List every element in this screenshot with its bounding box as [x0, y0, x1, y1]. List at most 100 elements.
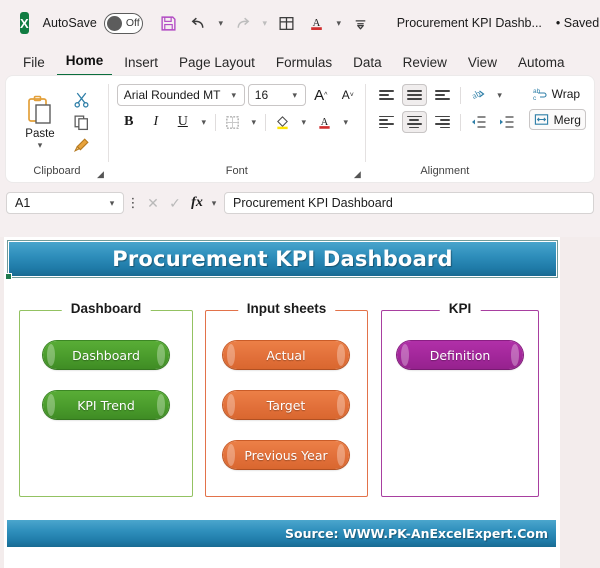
ribbon-group-clipboard: Paste ▾ Clipboard ◢: [6, 76, 108, 182]
alignment-divider: [459, 86, 461, 104]
formula-bar-more-icon[interactable]: ⋮: [124, 195, 142, 211]
svg-text:c: c: [533, 95, 537, 102]
align-right-button[interactable]: [430, 111, 455, 133]
font-color-dropdown-icon-ribbon[interactable]: ▾: [340, 117, 352, 128]
source-banner: Source: WWW.PK-AnExcelExpert.Com: [7, 520, 556, 547]
clipboard-dialog-launcher-icon[interactable]: ◢: [97, 169, 104, 180]
decrease-indent-icon[interactable]: [466, 111, 491, 133]
autosave-toggle[interactable]: Off: [103, 12, 143, 34]
nav-button-dashboard[interactable]: Dashboard: [43, 341, 169, 369]
excel-window: X AutoSave Off ▾ ▾ A ▾ Procurement KPI D…: [0, 0, 600, 568]
decrease-font-size-icon[interactable]: A ˅: [336, 84, 360, 106]
undo-icon[interactable]: [185, 9, 213, 37]
redo-dropdown-icon: ▾: [262, 17, 267, 28]
increase-font-size-icon[interactable]: A ^: [309, 84, 333, 106]
cell-selection-handle[interactable]: [5, 273, 12, 280]
increase-indent-icon[interactable]: [494, 111, 519, 133]
clipboard-group-label: Clipboard ◢: [6, 165, 108, 182]
font-name-value: Arial Rounded MT: [123, 88, 221, 102]
font-color-icon-ribbon[interactable]: A: [313, 111, 337, 133]
confirm-icon[interactable]: ✓: [164, 195, 186, 212]
nav-button-definition[interactable]: Definition: [397, 341, 523, 369]
dashboard-title-text: Procurement KPI Dashboard: [112, 247, 453, 271]
font-dialog-launcher-icon[interactable]: ◢: [354, 169, 361, 180]
font-color-icon[interactable]: A: [303, 9, 331, 37]
ribbon-tab-bar: File Home Insert Page Layout Formulas Da…: [0, 46, 600, 76]
tab-insert[interactable]: Insert: [115, 53, 167, 76]
horizontal-align-row: [374, 111, 519, 133]
nav-button-actual[interactable]: Actual: [223, 341, 349, 369]
tab-file[interactable]: File: [14, 53, 54, 76]
bold-button[interactable]: B: [117, 111, 141, 133]
source-text: Source: WWW.PK-AnExcelExpert.Com: [285, 526, 548, 541]
font-name-combo[interactable]: Arial Rounded MT ▾: [116, 84, 245, 106]
borders-dropdown-icon[interactable]: ▾: [248, 117, 260, 128]
wrap-merge-controls: ab c Wrap Merg: [528, 84, 586, 130]
font-name-dropdown-icon[interactable]: ▾: [228, 90, 240, 101]
customize-quick-access-icon[interactable]: [347, 9, 375, 37]
underline-dropdown-icon[interactable]: ▾: [198, 117, 210, 128]
alignment-group-label: Alignment: [366, 165, 594, 182]
font-color-dropdown-icon[interactable]: ▾: [333, 18, 345, 29]
autosave-toggle-knob: [106, 15, 122, 31]
formula-value: Procurement KPI Dashboard: [233, 196, 393, 210]
align-top-button[interactable]: [374, 84, 399, 106]
font-size-combo[interactable]: 16 ▾: [247, 84, 306, 106]
paste-dropdown-icon[interactable]: ▾: [34, 140, 46, 151]
paste-label: Paste: [25, 127, 55, 140]
table-icon[interactable]: [273, 9, 301, 37]
ribbon-group-alignment: ab ▾ ab c Wrap Merg Alignment: [366, 76, 594, 182]
tab-review[interactable]: Review: [394, 53, 456, 76]
copy-icon[interactable]: [68, 112, 94, 134]
fill-color-dropdown-icon[interactable]: ▾: [298, 117, 310, 128]
nav-button-actual-label: Actual: [266, 347, 306, 363]
dashboard-title-banner[interactable]: Procurement KPI Dashboard: [7, 240, 558, 278]
fill-color-icon[interactable]: [271, 111, 295, 133]
align-middle-button[interactable]: [401, 84, 427, 106]
cancel-icon[interactable]: ✕: [142, 195, 164, 212]
orientation-dropdown-icon[interactable]: ▾: [494, 90, 506, 101]
tab-automate[interactable]: Automa: [509, 53, 574, 76]
name-box[interactable]: A1 ▾: [6, 192, 124, 214]
svg-text:ab: ab: [470, 88, 483, 101]
formula-bar-expand-icon[interactable]: ▾: [208, 198, 220, 209]
paste-button[interactable]: Paste ▾: [14, 95, 66, 151]
nav-button-previous-year[interactable]: Previous Year: [223, 441, 349, 469]
undo-dropdown-icon[interactable]: ▾: [215, 18, 227, 29]
fx-icon[interactable]: fx: [186, 195, 208, 211]
underline-button[interactable]: U: [171, 111, 195, 133]
tab-data[interactable]: Data: [344, 53, 391, 76]
tab-home[interactable]: Home: [56, 51, 113, 76]
borders-icon[interactable]: [221, 111, 245, 133]
align-center-button[interactable]: [401, 111, 427, 133]
font-divider: [214, 113, 216, 131]
excel-logo-icon: X: [20, 12, 29, 34]
font-size-dropdown-icon[interactable]: ▾: [289, 90, 301, 101]
align-left-button[interactable]: [374, 111, 399, 133]
group-box-input-sheets: Input sheets Actual Target Previous Year: [205, 301, 368, 497]
font-row-top: Arial Rounded MT ▾ 16 ▾ A ^ A ˅: [116, 84, 360, 106]
nav-button-target-label: Target: [266, 397, 306, 413]
wrap-text-button[interactable]: ab c Wrap: [529, 84, 586, 104]
document-title[interactable]: Procurement KPI Dashb...: [397, 16, 542, 30]
tab-page-layout[interactable]: Page Layout: [170, 53, 264, 76]
cut-icon[interactable]: [68, 89, 94, 111]
nav-button-kpi-trend[interactable]: KPI Trend: [43, 391, 169, 419]
group-box-dashboard: Dashboard Dashboard KPI Trend: [19, 301, 193, 497]
formula-input[interactable]: Procurement KPI Dashboard: [224, 192, 594, 214]
increase-font-size-label: A: [314, 86, 325, 104]
merge-center-button[interactable]: Merg: [528, 109, 586, 130]
align-bottom-button[interactable]: [430, 84, 455, 106]
italic-button[interactable]: I: [144, 111, 168, 133]
font-controls: Arial Rounded MT ▾ 16 ▾ A ^ A ˅ B I U ▾ …: [116, 84, 360, 133]
merge-center-label: Merg: [553, 112, 581, 127]
orientation-icon[interactable]: ab: [466, 84, 491, 106]
name-box-dropdown-icon[interactable]: ▾: [106, 198, 118, 209]
tab-view[interactable]: View: [459, 53, 506, 76]
group-box-dashboard-legend: Dashboard: [61, 301, 151, 316]
nav-button-target[interactable]: Target: [223, 391, 349, 419]
save-icon[interactable]: [155, 9, 183, 37]
tab-formulas[interactable]: Formulas: [267, 53, 341, 76]
font-divider-2: [264, 113, 266, 131]
format-painter-icon[interactable]: [68, 135, 94, 157]
